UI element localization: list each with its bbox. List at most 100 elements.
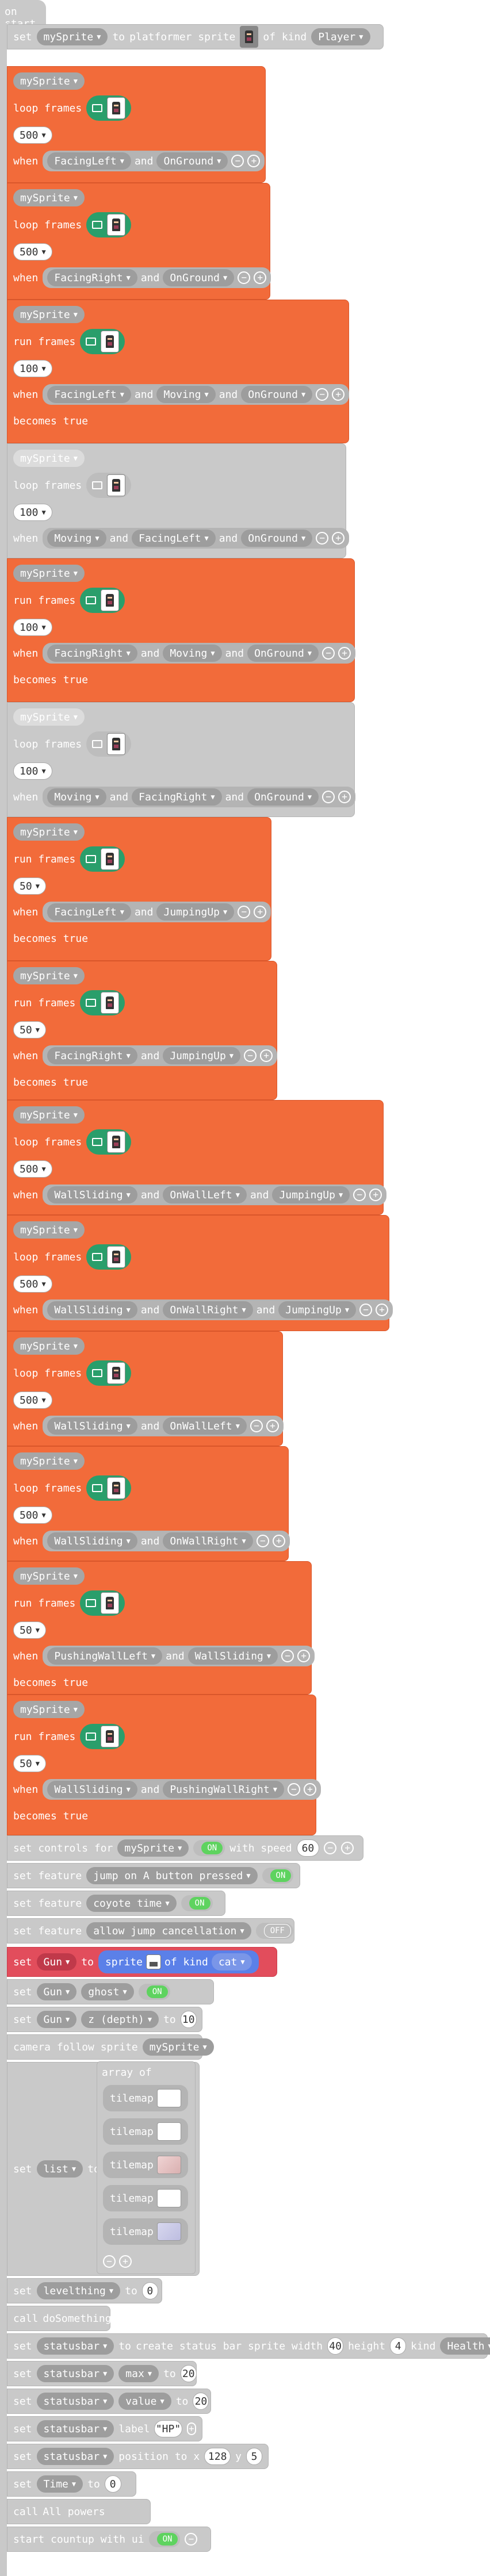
interval-dropdown[interactable]: 500 ▼ bbox=[13, 1506, 52, 1524]
kind-dropdown[interactable]: Player ▼ bbox=[311, 28, 370, 45]
value-input[interactable]: 20 bbox=[193, 2393, 209, 2410]
condition-dropdown[interactable]: FacingRight ▼ bbox=[47, 1047, 137, 1064]
set-platformer-sprite-block[interactable]: set mySprite ▼ to platformer sprite of ki… bbox=[7, 24, 384, 49]
minus-button[interactable]: − bbox=[244, 1049, 257, 1062]
set-controls-block[interactable]: set controls for mySprite ▼ ON with speed… bbox=[7, 1835, 363, 1861]
condition-dropdown[interactable]: Moving ▼ bbox=[47, 788, 106, 806]
tilemap-thumbnail[interactable] bbox=[156, 2189, 181, 2207]
tilemap-thumbnail[interactable] bbox=[156, 2156, 181, 2174]
set-gun-z-block[interactable]: set Gun ▼ z (depth) ▼ to 10 bbox=[7, 2007, 202, 2032]
animation-block[interactable]: mySprite ▼ run frames 100 ▼ when FacingRig… bbox=[7, 558, 356, 702]
plus-button[interactable]: + bbox=[303, 1783, 316, 1796]
y-input[interactable]: 5 bbox=[246, 2448, 262, 2465]
condition-dropdown[interactable]: WallSliding ▼ bbox=[47, 1186, 137, 1203]
frames-picker[interactable] bbox=[80, 846, 125, 872]
animation-block[interactable]: mySprite ▼ loop frames 500 ▼ when WallSlid… bbox=[7, 1100, 387, 1215]
animation-block[interactable]: mySprite ▼ run frames 50 ▼ when WallSlidin… bbox=[7, 1695, 321, 1835]
set-feature-coyote-block[interactable]: set feature coyote time ▼ ON bbox=[7, 1891, 225, 1916]
frames-picker[interactable] bbox=[86, 1360, 132, 1386]
minus-button[interactable]: − bbox=[238, 271, 251, 284]
condition-dropdown[interactable]: WallSliding ▼ bbox=[47, 1532, 137, 1550]
condition-dropdown[interactable]: OnGround ▼ bbox=[156, 152, 228, 170]
time-input[interactable]: 0 bbox=[104, 2475, 121, 2493]
set-gun-ghost-block[interactable]: set Gun ▼ ghost ▼ ON bbox=[7, 1979, 214, 2004]
minus-button[interactable]: − bbox=[231, 155, 244, 167]
var-dropdown[interactable]: statusbar ▼ bbox=[36, 2337, 114, 2355]
var-dropdown[interactable]: list ▼ bbox=[36, 2160, 83, 2178]
property-dropdown[interactable]: value ▼ bbox=[118, 2393, 171, 2410]
minus-button[interactable]: − bbox=[238, 906, 251, 918]
minus-button[interactable]: − bbox=[324, 1842, 337, 1854]
plus-button[interactable]: + bbox=[338, 647, 351, 660]
frames-picker[interactable] bbox=[86, 1475, 132, 1501]
minus-button[interactable]: − bbox=[316, 532, 329, 545]
condition-dropdown[interactable]: Moving ▼ bbox=[163, 645, 222, 662]
create-status-bar-block[interactable]: set statusbar ▼ to create status bar spri… bbox=[7, 2333, 490, 2359]
interval-dropdown[interactable]: 100 ▼ bbox=[13, 504, 52, 521]
z-input[interactable]: 10 bbox=[180, 2011, 197, 2028]
feature-dropdown[interactable]: allow jump cancellation ▼ bbox=[86, 1922, 251, 1939]
tilemap-item[interactable]: tilemap bbox=[103, 2118, 188, 2145]
plus-button[interactable]: + bbox=[341, 1842, 354, 1854]
frames-picker[interactable] bbox=[86, 731, 132, 757]
frames-picker[interactable] bbox=[80, 1724, 125, 1749]
condition-dropdown[interactable]: OnGround ▼ bbox=[241, 530, 313, 547]
plus-button[interactable]: + bbox=[254, 906, 267, 918]
animation-block[interactable]: mySprite ▼ run frames 100 ▼ when FacingLef… bbox=[7, 300, 350, 443]
condition-dropdown[interactable]: PushingWallLeft ▼ bbox=[47, 1647, 163, 1665]
label-text-input[interactable]: " HP " bbox=[154, 2420, 182, 2437]
condition-dropdown[interactable]: OnWallRight ▼ bbox=[163, 1532, 253, 1550]
width-input[interactable]: 40 bbox=[327, 2337, 344, 2355]
condition-dropdown[interactable]: JumpingUp ▼ bbox=[278, 1301, 357, 1318]
frames-picker[interactable] bbox=[86, 212, 132, 237]
minus-button[interactable]: − bbox=[287, 1783, 300, 1796]
var-dropdown[interactable]: mySprite ▼ bbox=[13, 1221, 85, 1239]
call-do-something-block[interactable]: call doSomething bbox=[7, 2306, 112, 2331]
max-input[interactable]: 20 bbox=[180, 2365, 197, 2382]
feature-toggle[interactable]: OFF bbox=[255, 1923, 293, 1939]
var-dropdown[interactable]: statusbar ▼ bbox=[36, 2393, 114, 2410]
set-feature-cancel-block[interactable]: set feature allow jump cancellation ▼ OFF bbox=[7, 1918, 294, 1943]
sprite-of-kind-block[interactable]: sprite of kind cat ▼ bbox=[98, 1950, 259, 1973]
condition-dropdown[interactable]: FacingRight ▼ bbox=[132, 788, 222, 806]
animation-block[interactable]: mySprite ▼ loop frames 500 ▼ when FacingRi… bbox=[7, 183, 271, 300]
interval-dropdown[interactable]: 500 ▼ bbox=[13, 1160, 52, 1178]
frames-picker[interactable] bbox=[86, 95, 132, 121]
camera-follow-block[interactable]: camera follow sprite mySprite ▼ bbox=[7, 2034, 214, 2060]
condition-dropdown[interactable]: Moving ▼ bbox=[47, 530, 106, 547]
frames-picker[interactable] bbox=[86, 1244, 132, 1270]
minus-button[interactable]: − bbox=[185, 2533, 198, 2546]
var-dropdown[interactable]: mySprite ▼ bbox=[13, 450, 85, 467]
plus-button[interactable]: + bbox=[247, 155, 261, 167]
var-dropdown[interactable]: levelthing ▼ bbox=[36, 2282, 121, 2299]
height-input[interactable]: 4 bbox=[390, 2337, 407, 2355]
minus-button[interactable]: − bbox=[322, 647, 335, 660]
var-dropdown[interactable]: mySprite ▼ bbox=[13, 708, 85, 726]
levelthing-input[interactable]: 0 bbox=[141, 2282, 158, 2299]
plus-button[interactable]: + bbox=[266, 1420, 279, 1432]
set-feature-jump-block[interactable]: set feature jump on A button pressed ▼ ON bbox=[7, 1863, 300, 1888]
animation-block[interactable]: mySprite ▼ loop frames 100 ▼ when Moving ▼ a… bbox=[7, 443, 350, 558]
animation-block[interactable]: mySprite ▼ run frames 50 ▼ when FacingRigh… bbox=[7, 961, 278, 1100]
var-dropdown[interactable]: mySprite ▼ bbox=[13, 306, 85, 323]
plus-button[interactable]: + bbox=[260, 1049, 273, 1062]
interval-dropdown[interactable]: 500 ▼ bbox=[13, 243, 52, 260]
condition-dropdown[interactable]: JumpingUp ▼ bbox=[163, 1047, 241, 1064]
interval-dropdown[interactable]: 50 ▼ bbox=[13, 1755, 46, 1772]
kind-dropdown[interactable]: cat ▼ bbox=[211, 1953, 252, 1971]
var-dropdown[interactable]: mySprite ▼ bbox=[13, 565, 85, 582]
plus-button[interactable]: + bbox=[376, 1304, 389, 1316]
condition-dropdown[interactable]: PushingWallRight ▼ bbox=[163, 1781, 284, 1798]
array-of-block[interactable]: array of tilemap tilemap tilemap tilemap… bbox=[97, 2061, 196, 2274]
ghost-toggle[interactable]: ON bbox=[138, 1984, 170, 2000]
condition-dropdown[interactable]: OnGround ▼ bbox=[163, 269, 235, 286]
tilemap-thumbnail[interactable] bbox=[156, 2089, 181, 2107]
interval-dropdown[interactable]: 50 ▼ bbox=[13, 877, 46, 895]
condition-dropdown[interactable]: WallSliding ▼ bbox=[47, 1781, 137, 1798]
animation-block[interactable]: mySprite ▼ loop frames 500 ▼ when WallSlid… bbox=[7, 1446, 290, 1561]
tilemap-thumbnail[interactable] bbox=[156, 2122, 181, 2141]
feature-toggle[interactable]: ON bbox=[262, 1868, 294, 1884]
var-dropdown[interactable]: statusbar ▼ bbox=[36, 2448, 114, 2465]
ui-toggle[interactable]: ON bbox=[148, 2531, 181, 2547]
condition-dropdown[interactable]: FacingRight ▼ bbox=[47, 269, 137, 286]
